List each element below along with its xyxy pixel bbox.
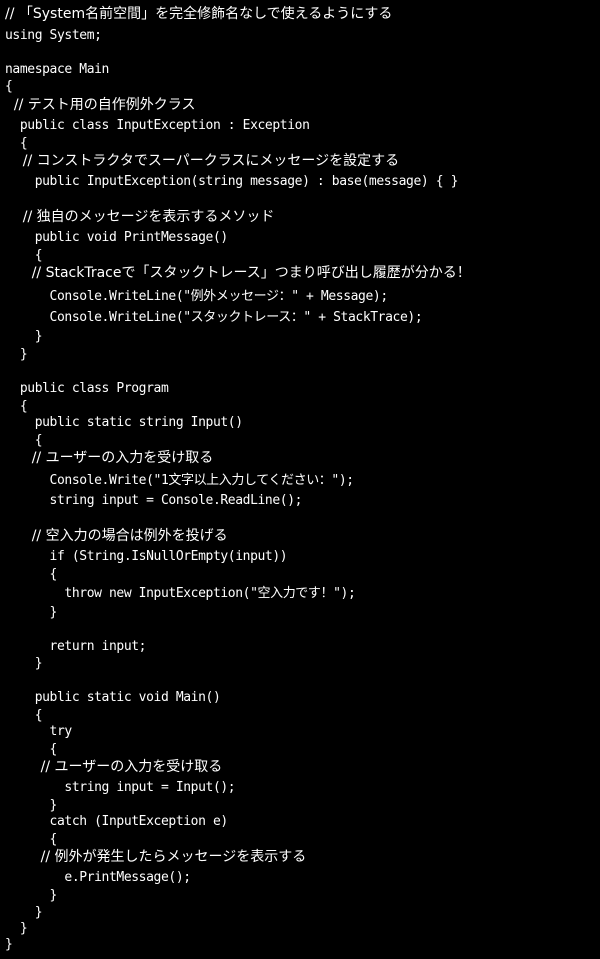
code-line: { <box>5 399 28 414</box>
code-comment-line: // ユーザーの入力を受け取る <box>5 759 223 775</box>
code-line: } <box>5 937 13 952</box>
code-comment-line: // コンストラクタでスーパークラスにメッセージを設定する <box>5 153 400 169</box>
code-line: } <box>5 347 28 362</box>
code-line: return input; <box>5 639 147 654</box>
code-comment-line: // 独自のメッセージを表示するメソッド <box>5 209 275 225</box>
code-line: } <box>5 888 58 903</box>
code-line: Console.WriteLine("例外メッセージ：" + Message); <box>5 289 389 304</box>
code-line: Console.WriteLine("スタックトレース：" + StackTra… <box>5 310 423 325</box>
code-comment-line: // 「System名前空間」を完全修飾名なしで使えるようにする <box>5 6 393 22</box>
code-line: { <box>5 708 43 723</box>
code-line: string input = Input(); <box>5 780 236 795</box>
code-line: catch (InputException e) <box>5 814 229 829</box>
code-comment-line: // 空入力の場合は例外を投げる <box>5 528 228 544</box>
code-line: public void PrintMessage() <box>5 230 229 245</box>
code-line: } <box>5 605 58 620</box>
code-comment-line: // 例外が発生したらメッセージを表示する <box>5 849 307 865</box>
code-line: { <box>5 248 43 263</box>
code-line: public static string Input() <box>5 415 243 430</box>
code-comment-line: // ユーザーの入力を受け取る <box>5 450 214 466</box>
code-line: { <box>5 567 58 582</box>
code-line: Console.Write("1文字以上入力してください："); <box>5 473 355 488</box>
code-line: try <box>5 724 73 739</box>
code-line: { <box>5 742 58 757</box>
code-line: using System; <box>5 28 102 43</box>
code-line: } <box>5 329 43 344</box>
code-line: throw new InputException("空入力です！"); <box>5 586 356 601</box>
code-line: } <box>5 905 43 920</box>
code-line: } <box>5 656 43 671</box>
code-line: { <box>5 79 13 94</box>
code-line: namespace Main <box>5 62 109 77</box>
code-listing: // 「System名前空間」を完全修飾名なしで使えるようにする using Sy… <box>0 0 600 959</box>
code-line: e.PrintMessage(); <box>5 870 191 885</box>
code-comment-line: // テスト用の自作例外クラス <box>5 97 196 113</box>
code-line: { <box>5 136 28 151</box>
code-line: { <box>5 433 43 448</box>
code-line: { <box>5 832 58 847</box>
code-line: if (String.IsNullOrEmpty(input)) <box>5 549 288 564</box>
code-comment-line: // StackTraceで「スタックトレース」つまり呼び出し履歴が分かる！ <box>5 265 471 281</box>
code-line: public class Program <box>5 381 169 396</box>
code-line: } <box>5 921 28 936</box>
code-line: public class InputException : Exception <box>5 118 310 133</box>
code-line: public static void Main() <box>5 690 221 705</box>
code-line: string input = Console.ReadLine(); <box>5 493 303 508</box>
code-line: } <box>5 798 58 813</box>
code-line: public InputException(string message) : … <box>5 174 459 189</box>
